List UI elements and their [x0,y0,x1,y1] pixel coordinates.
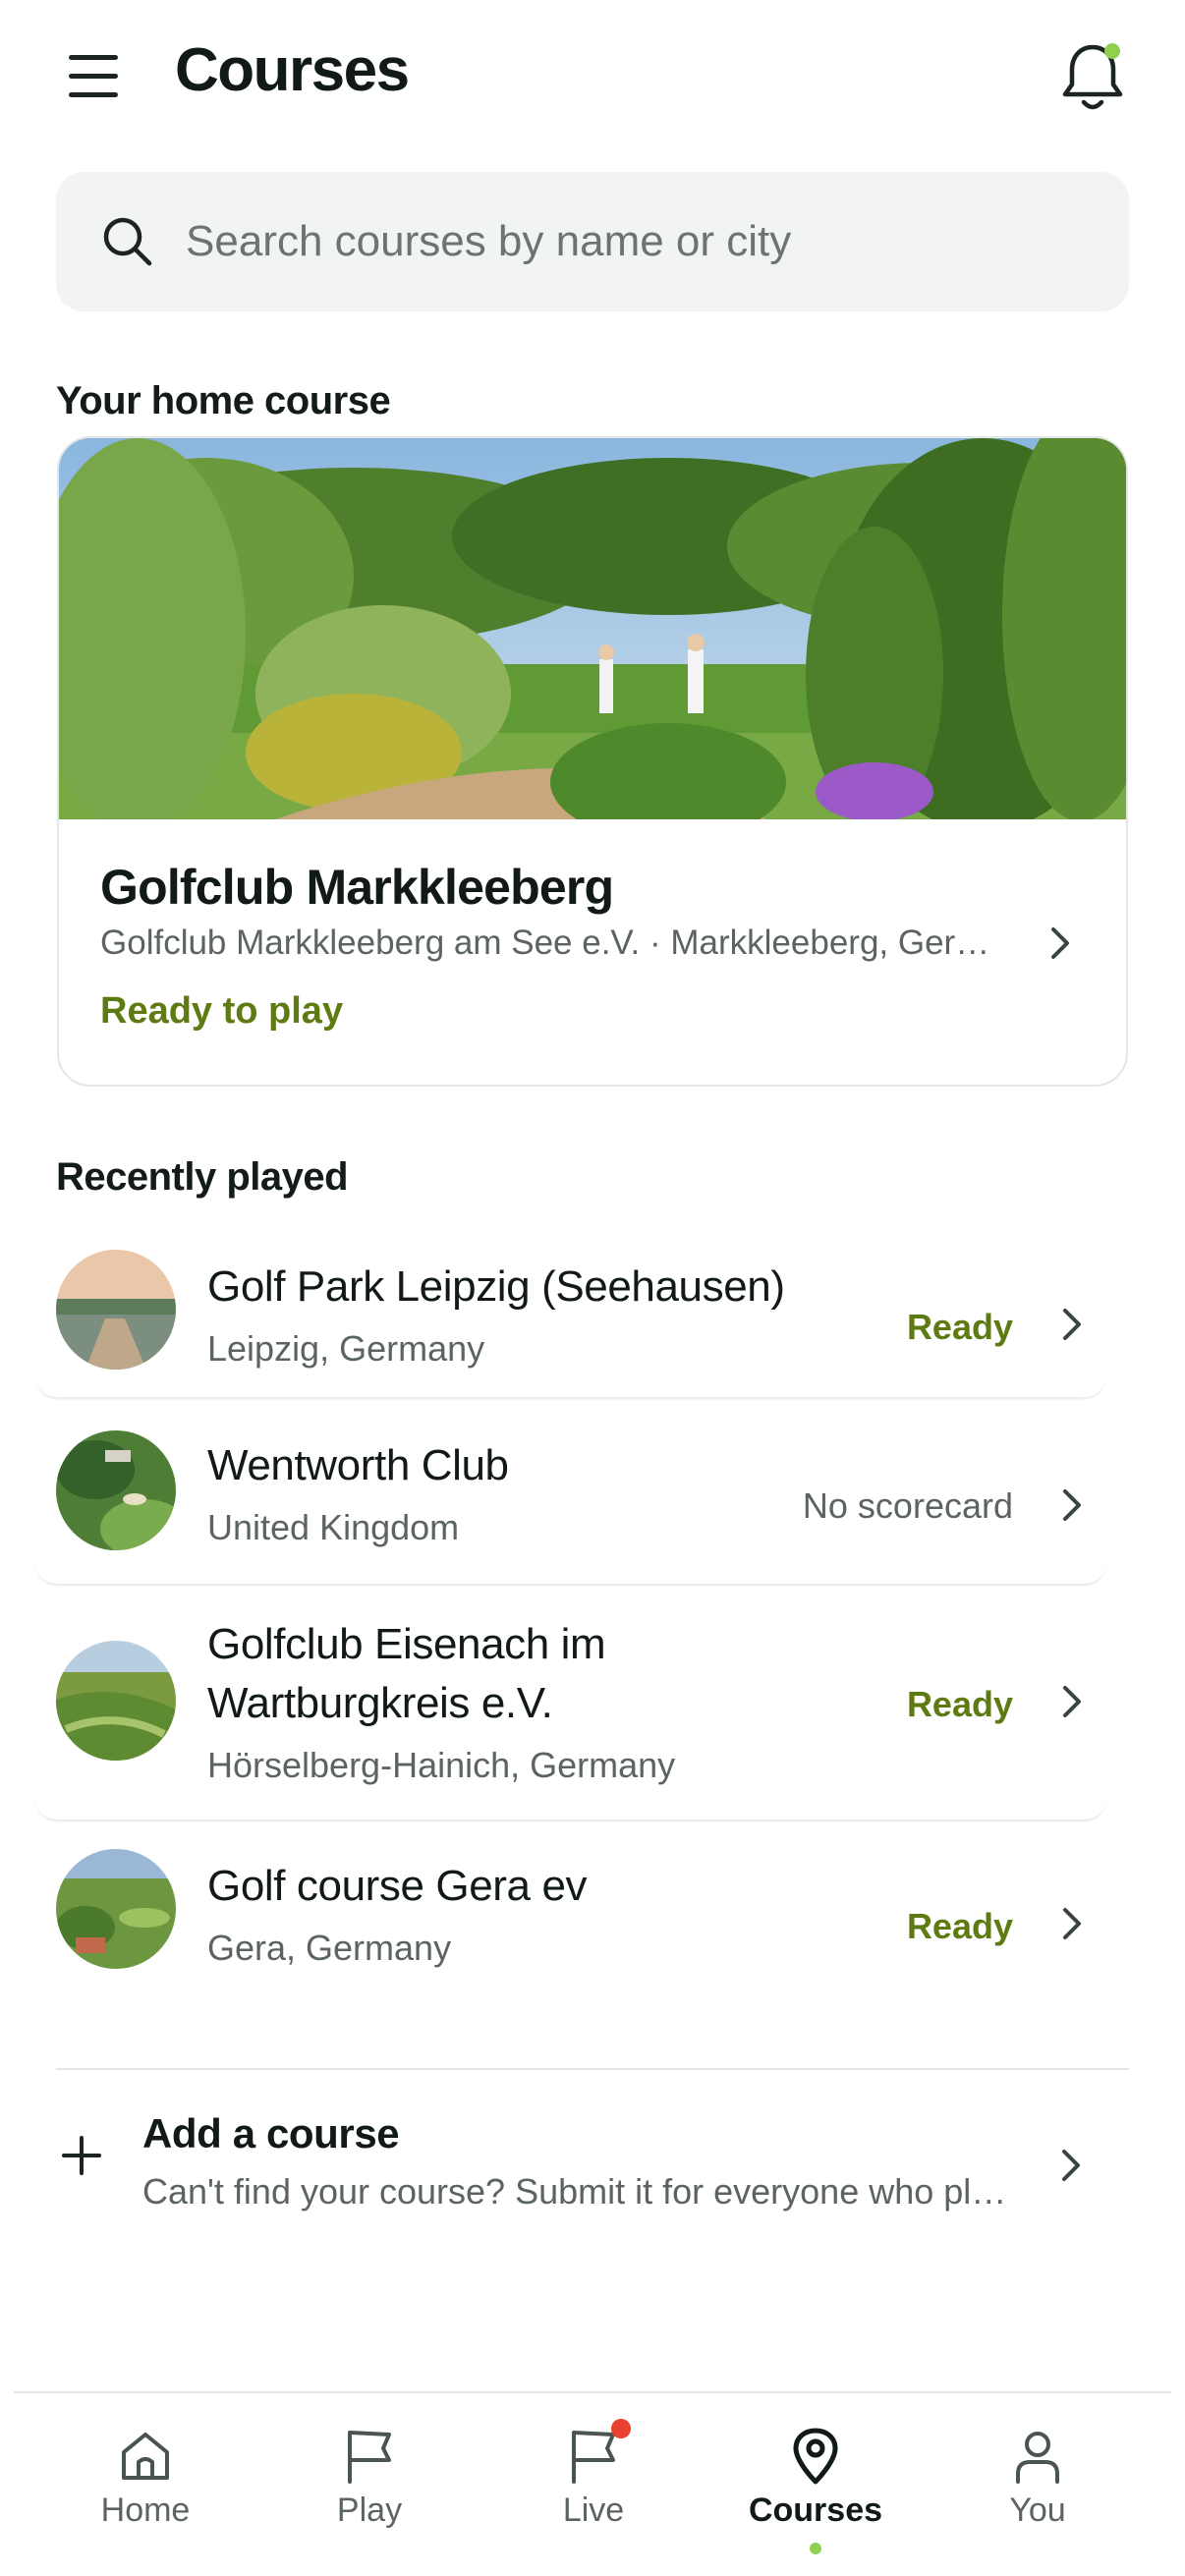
recent-course-row[interactable]: Wentworth Club United Kingdom No scoreca… [35,1407,1106,1584]
search-bar[interactable] [56,172,1129,311]
chevron-right-icon [1062,2150,1080,2181]
home-course-subtitle: Golfclub Markkleeberg am See e.V. · Mark… [100,924,1004,962]
home-icon [122,2433,169,2480]
divider [56,2068,1129,2070]
course-location: Leipzig, Germany [207,1328,485,1369]
course-thumbnail [56,1641,176,1761]
app-header: Courses [0,0,1185,157]
live-badge [611,2419,631,2438]
tab-you[interactable]: You [939,2393,1136,2576]
recent-course-row[interactable]: Golfclub Eisenach im Wartburgkreis e.V. … [35,1594,1106,1820]
location-pin-icon [793,2428,838,2485]
home-course-status: Ready to play [100,990,344,1032]
course-photo [59,438,1126,819]
tab-live[interactable]: Live [495,2393,692,2576]
recent-course-row[interactable]: Golf Park Leipzig (Seehausen) Leipzig, G… [35,1240,1106,1397]
course-name: Wentworth Club [207,1441,509,1489]
course-status: Ready [906,1906,1013,1946]
person-icon [1016,2432,1059,2484]
home-course-name: Golfclub Markkleeberg [100,860,614,915]
course-name: Golf Park Leipzig (Seehausen) [207,1262,785,1311]
menu-icon[interactable] [61,49,130,104]
course-name: Golfclub Eisenach im Wartburgkreis e.V. [207,1620,606,1727]
course-status: Ready [906,1307,1013,1347]
bottom-tab-bar: Home Play Live Courses You [14,2391,1171,2576]
course-status: Ready [906,1684,1013,1724]
tab-home[interactable]: Home [47,2393,244,2576]
course-status: No scorecard [802,1485,1013,1526]
tab-label: Play [336,2492,403,2529]
course-location: United Kingdom [207,1507,460,1547]
course-thumbnail [56,1250,176,1370]
course-name: Golf course Gera ev [207,1862,588,1910]
add-course-subtitle: Can't find your course? Submit it for ev… [142,2171,1007,2212]
add-course-row[interactable]: Add a course Can't find your course? Sub… [56,2073,1129,2230]
recent-course-row[interactable]: Golf course Gera ev Gera, Germany Ready [35,1829,1106,1987]
course-location: Hörselberg-Hainich, Germany [207,1745,676,1785]
home-course-card[interactable]: Golfclub Markkleeberg Golfclub Markkleeb… [57,436,1128,1087]
course-thumbnail [56,1849,176,1969]
tab-play[interactable]: Play [271,2393,468,2576]
tab-label: You [1009,2492,1066,2529]
chevron-right-icon [1051,927,1069,959]
tab-label: Courses [748,2492,883,2529]
plus-icon [62,2136,101,2175]
home-course-heading: Your home course [56,379,391,422]
chevron-right-icon [1063,1489,1081,1521]
flag-icon [348,2431,391,2484]
recently-played-heading: Recently played [56,1155,349,1199]
course-location: Gera, Germany [207,1928,452,1968]
chevron-right-icon [1063,1686,1081,1717]
course-thumbnail [56,1430,176,1550]
active-tab-indicator [810,2543,821,2554]
search-icon [103,217,152,266]
page-title: Courses [175,36,410,104]
add-course-title: Add a course [142,2110,400,2156]
tab-label: Live [562,2492,625,2529]
search-input[interactable] [186,207,1090,276]
notification-bell-icon[interactable] [1053,37,1132,116]
chevron-right-icon [1063,1908,1081,1939]
tab-courses[interactable]: Courses [717,2393,914,2576]
tab-label: Home [100,2492,191,2529]
chevron-right-icon [1063,1309,1081,1340]
notification-indicator [1104,43,1120,59]
